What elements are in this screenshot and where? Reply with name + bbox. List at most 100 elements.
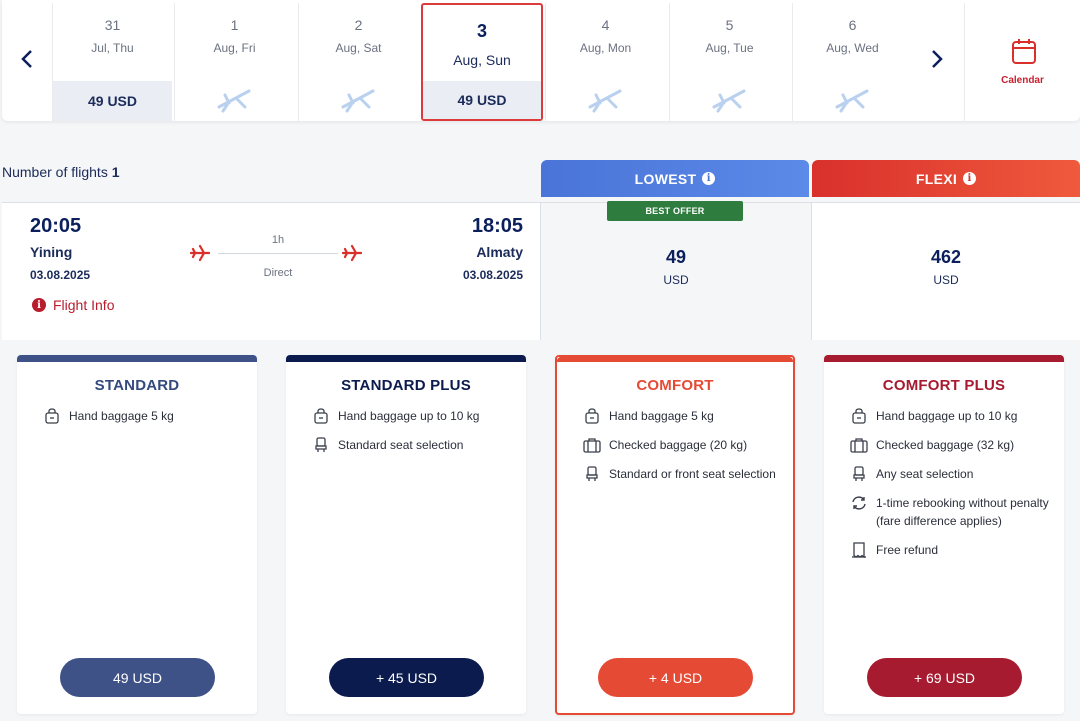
departure-date: 03.08.2025 (30, 268, 91, 282)
tier-feature-text: Checked baggage (20 kg) (609, 438, 748, 452)
bag-icon (850, 407, 868, 425)
tier-feature: 1-time rebooking without penalty (fare d… (850, 494, 1054, 530)
date-price: 49 USD (53, 81, 172, 121)
date-option-aug-6[interactable]: 6 Aug, Wed (792, 3, 912, 121)
no-flight-plane-icon (670, 85, 789, 115)
tier-name: COMFORT PLUS (882, 377, 1006, 394)
tier-feature: Standard or front seat selection (583, 465, 783, 483)
tier-feature: Checked baggage (32 kg) (850, 436, 1054, 454)
fare-header-flexi-label: FLEXI (915, 170, 958, 187)
date-option-aug-1[interactable]: 1 Aug, Fri (174, 3, 294, 121)
select-standard-plus-button[interactable]: + 45 USD (329, 658, 484, 697)
calendar-icon (1012, 39, 1036, 64)
tier-feature-list: Hand baggage 5 kg Checked baggage (20 kg… (583, 407, 783, 494)
select-comfort-button[interactable]: + 4 USD (598, 658, 753, 697)
date-weekday: Aug, Sat (335, 41, 382, 55)
tier-feature-text: Hand baggage up to 10 kg (876, 409, 1018, 423)
departure-city: Yining (30, 244, 73, 260)
tier-name: COMFORT (636, 377, 714, 394)
num-flights-label: Number of flights (2, 164, 108, 180)
date-weekday: Aug, Wed (826, 41, 879, 55)
date-day-number: 2 (354, 17, 363, 33)
date-day-number: 4 (601, 17, 610, 33)
tier-feature: Hand baggage 5 kg (43, 407, 247, 425)
departure-plane-icon (190, 244, 210, 262)
fare-header-flexi[interactable]: FLEXI i (812, 160, 1080, 197)
tier-feature: Free refund (850, 541, 1054, 559)
date-weekday: Aug, Mon (579, 41, 632, 55)
chevron-left-icon (21, 50, 32, 68)
tier-feature-text: Hand baggage 5 kg (609, 409, 714, 423)
suitcase-icon (850, 436, 868, 454)
tier-feature-text: 1-time rebooking without penalty (fare d… (876, 496, 1049, 528)
tier-feature-list: Hand baggage up to 10 kg Standard seat s… (312, 407, 516, 465)
flexi-fare-currency: USD (933, 273, 959, 287)
seat-icon (312, 436, 330, 454)
date-day-number: 31 (104, 17, 121, 33)
no-flight-plane-icon (175, 85, 294, 115)
fare-header-lowest-label: LOWEST (634, 170, 697, 187)
tier-feature: Hand baggage up to 10 kg (850, 407, 1054, 425)
tier-name: STANDARD PLUS (341, 377, 471, 394)
arrival-city: Almaty (476, 244, 523, 260)
date-weekday: Jul, Thu (91, 41, 134, 55)
no-flight-plane-icon (793, 85, 912, 115)
tier-feature: Standard seat selection (312, 436, 516, 454)
prev-dates-button[interactable] (12, 44, 42, 74)
bag-icon (312, 407, 330, 425)
lowest-fare-cell[interactable]: 49 USD (541, 203, 811, 341)
tier-color-band (557, 357, 793, 362)
info-icon[interactable]: i (702, 172, 716, 185)
flight-info-label: Flight Info (53, 297, 115, 313)
tier-feature: Any seat selection (850, 465, 1054, 483)
tier-name: STANDARD (94, 377, 180, 394)
fare-header-lowest[interactable]: LOWEST i (541, 160, 809, 197)
select-comfort-plus-button[interactable]: + 69 USD (867, 658, 1022, 697)
date-option-aug-3-selected[interactable]: 3 Aug, Sun 49 USD (421, 3, 543, 121)
no-flight-plane-icon (546, 85, 665, 115)
calendar-button[interactable]: Calendar (964, 3, 1080, 121)
arrival-plane-icon (342, 244, 362, 262)
tier-feature-text: Any seat selection (876, 467, 974, 481)
best-offer-badge: BEST OFFER (607, 201, 743, 221)
select-standard-button[interactable]: 49 USD (60, 658, 215, 697)
seat-icon (850, 465, 868, 483)
flight-info-link[interactable]: i Flight Info (32, 297, 114, 313)
date-day-number: 5 (725, 17, 734, 33)
tier-feature-text: Hand baggage 5 kg (69, 409, 174, 423)
tier-feature-list: Hand baggage up to 10 kg Checked baggage… (850, 407, 1054, 570)
chevron-right-icon (932, 50, 943, 68)
tier-feature: Checked baggage (20 kg) (583, 436, 783, 454)
tier-card-comfort-plus: COMFORT PLUS Hand baggage up to 10 kg Ch… (824, 355, 1064, 714)
column-divider (540, 203, 541, 340)
lowest-fare-price: 49 (665, 247, 687, 267)
seat-icon (583, 465, 601, 483)
tier-feature-text: Free refund (876, 543, 939, 557)
route-line (218, 253, 338, 254)
suitcase-icon (583, 436, 601, 454)
flight-card: 20:05 Yining 03.08.2025 1h Direct 18:05 … (2, 202, 1080, 341)
date-day-number: 6 (848, 17, 857, 33)
departure-time: 20:05 (30, 215, 82, 237)
bag-icon (43, 407, 61, 425)
info-icon[interactable]: i (963, 172, 977, 185)
next-dates-button[interactable] (922, 44, 952, 74)
date-option-aug-2[interactable]: 2 Aug, Sat (298, 3, 418, 121)
date-option-aug-5[interactable]: 5 Aug, Tue (669, 3, 789, 121)
flexi-fare-price: 462 (930, 247, 962, 267)
date-weekday: Aug, Tue (705, 41, 754, 55)
no-flight-plane-icon (299, 85, 418, 115)
date-weekday: Aug, Sun (453, 52, 511, 68)
date-option-jul-31[interactable]: 31 Jul, Thu 49 USD (52, 3, 172, 121)
date-option-aug-4[interactable]: 4 Aug, Mon (545, 3, 665, 121)
arrival-date: 03.08.2025 (462, 268, 523, 282)
info-circle-icon: i (32, 298, 46, 312)
number-of-flights: Number of flights 1 (2, 164, 120, 180)
flexi-fare-cell[interactable]: 462 USD (812, 203, 1080, 341)
date-strip: 31 Jul, Thu 49 USD 1 Aug, Fri 2 Aug, Sat… (2, 0, 1080, 121)
tier-feature-list: Hand baggage 5 kg (43, 407, 247, 436)
arrival-time: 18:05 (471, 215, 523, 237)
bag-icon (583, 407, 601, 425)
rebooking-icon (850, 494, 868, 512)
date-weekday: Aug, Fri (213, 41, 256, 55)
